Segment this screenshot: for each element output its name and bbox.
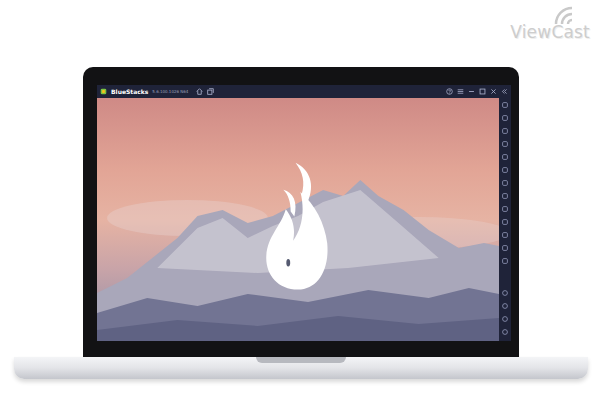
screenshot-icon[interactable] xyxy=(502,206,508,212)
layers-icon[interactable] xyxy=(502,245,508,251)
close-icon[interactable] xyxy=(490,88,497,95)
tabs-icon[interactable] xyxy=(207,88,214,95)
app-window: BlueStacks 5.6.100.1026 N64 xyxy=(97,85,511,341)
flame-logo-icon xyxy=(261,158,335,292)
shake-icon[interactable] xyxy=(502,180,508,186)
title-bar: BlueStacks 5.6.100.1026 N64 xyxy=(97,85,511,98)
volume-up-icon[interactable] xyxy=(502,115,508,121)
menu-icon[interactable] xyxy=(457,88,464,95)
viewcast-logo: ViewCast xyxy=(508,4,592,42)
mountains-icon xyxy=(97,98,499,341)
laptop-screen: BlueStacks 5.6.100.1026 N64 xyxy=(83,67,519,357)
side-toolbar xyxy=(499,98,511,341)
settings-icon[interactable] xyxy=(502,290,508,296)
expand-icon[interactable] xyxy=(502,102,508,108)
version-label: 5.6.100.1026 N64 xyxy=(152,85,188,98)
window-body xyxy=(97,98,511,341)
macro-icon[interactable] xyxy=(502,193,508,199)
video-icon[interactable] xyxy=(502,141,508,147)
laptop-notch xyxy=(256,357,346,363)
recent-icon[interactable] xyxy=(502,329,508,335)
rotate-icon[interactable] xyxy=(502,167,508,173)
volume-down-icon[interactable] xyxy=(502,128,508,134)
laptop-base xyxy=(14,357,588,379)
copy-icon[interactable] xyxy=(502,232,508,238)
keyboard-icon[interactable] xyxy=(502,154,508,160)
window-title: BlueStacks xyxy=(111,85,148,98)
eco-icon[interactable] xyxy=(502,258,508,264)
collapse-icon[interactable] xyxy=(501,88,508,95)
minimize-icon[interactable] xyxy=(468,88,475,95)
page: ViewCast BlueStacks 5.6.100.1026 N64 xyxy=(0,0,602,414)
maximize-icon[interactable] xyxy=(479,88,486,95)
help-icon[interactable] xyxy=(446,88,453,95)
home-icon[interactable] xyxy=(502,316,508,322)
home-icon[interactable] xyxy=(196,88,203,95)
back-icon[interactable] xyxy=(502,303,508,309)
wallpaper-image xyxy=(97,98,499,341)
folder-icon[interactable] xyxy=(502,219,508,225)
viewcast-text: ViewCast xyxy=(508,22,592,42)
bluestacks-logo-icon xyxy=(100,88,107,95)
laptop: BlueStacks 5.6.100.1026 N64 xyxy=(0,0,602,379)
